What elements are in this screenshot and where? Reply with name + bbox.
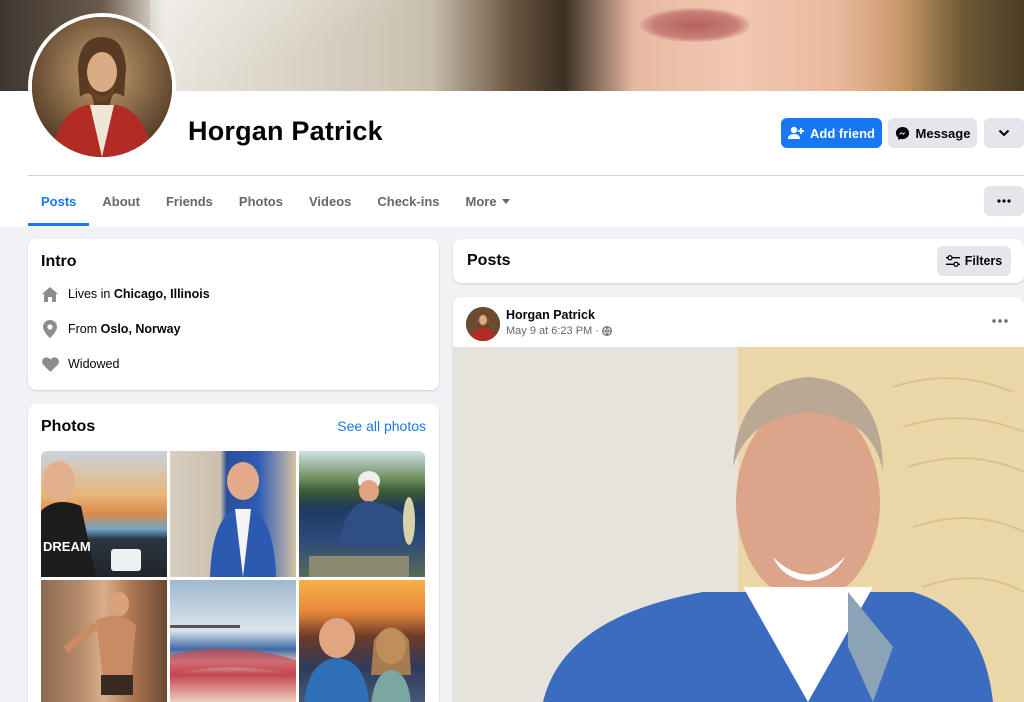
tab-posts[interactable]: Posts	[28, 176, 90, 226]
filters-button[interactable]: Filters	[937, 246, 1011, 276]
tab-videos[interactable]: Videos	[296, 176, 364, 226]
tab-friends[interactable]: Friends	[153, 176, 226, 226]
profile-tabs: Posts About Friends Photos Videos Check-…	[28, 176, 523, 226]
post-photo-image	[453, 347, 1024, 702]
tab-videos-label: Videos	[308, 193, 352, 209]
add-friend-button[interactable]: Add friend	[781, 118, 882, 148]
add-friend-icon	[788, 126, 804, 139]
post-meta: May 9 at 6:23 PM ·	[506, 325, 612, 337]
post-photo[interactable]	[453, 347, 1024, 702]
photos-grid: DREAM	[41, 451, 426, 702]
add-friend-label: Add friend	[810, 125, 875, 141]
tab-posts-label: Posts	[41, 193, 77, 209]
home-icon	[41, 285, 59, 303]
tab-photos-label: Photos	[238, 193, 283, 209]
profile-header: Horgan Patrick Add friend Message Posts …	[0, 0, 1024, 227]
tab-friends-label: Friends	[165, 193, 213, 209]
photo-thumbnail[interactable]	[299, 451, 425, 577]
see-all-photos-link[interactable]: See all photos	[337, 418, 426, 434]
photos-title: Photos	[41, 418, 96, 435]
posts-header-card: Posts Filters	[453, 239, 1024, 283]
lives-place[interactable]: Chicago, Illinois	[114, 287, 210, 301]
from-prefix: From	[68, 322, 98, 336]
photo-image: DREAM	[41, 461, 141, 577]
tab-more[interactable]: More	[453, 176, 523, 226]
posts-title: Posts	[467, 252, 511, 269]
profile-name: Horgan Patrick	[188, 116, 383, 146]
photo-image	[170, 625, 296, 675]
post-author-avatar[interactable]	[466, 307, 500, 341]
avatar-image	[466, 307, 500, 341]
svg-text:DREAM: DREAM	[43, 539, 91, 554]
globe-icon	[602, 326, 612, 336]
tab-check-ins[interactable]: Check-ins	[364, 176, 452, 226]
message-button[interactable]: Message	[888, 118, 977, 148]
intro-relationship: Widowed	[41, 352, 119, 376]
photo-thumbnail[interactable]	[41, 580, 167, 702]
photo-image	[304, 618, 411, 702]
photo-thumbnail[interactable]: DREAM	[41, 451, 167, 577]
post-author-name[interactable]: Horgan Patrick	[506, 308, 595, 322]
heart-icon	[41, 355, 59, 373]
photos-card: Photos See all photos DREAM	[28, 404, 439, 702]
intro-status-text: Widowed	[68, 357, 120, 371]
tabs-more-options-button[interactable]	[984, 186, 1024, 216]
intro-lives-in: Lives in Chicago, Illinois	[41, 282, 210, 306]
chevron-down-icon	[998, 129, 1010, 137]
post-options-button[interactable]	[992, 311, 1008, 326]
profile-options-button[interactable]	[984, 118, 1024, 148]
intro-card: Intro Lives in Chicago, Illinois From Os…	[28, 239, 439, 390]
post-timestamp[interactable]: May 9 at 6:23 PM ·	[506, 325, 599, 337]
photo-image	[210, 462, 276, 577]
from-place[interactable]: Oslo, Norway	[101, 322, 181, 336]
intro-lives-text: Lives in Chicago, Illinois	[68, 287, 210, 301]
lives-prefix: Lives in	[68, 287, 111, 301]
photo-thumbnail[interactable]	[299, 580, 425, 702]
avatar-image	[32, 17, 172, 157]
filters-icon	[945, 255, 960, 267]
location-pin-icon	[41, 320, 59, 338]
messenger-icon	[895, 126, 909, 140]
filters-label: Filters	[964, 254, 1003, 268]
tab-check-ins-label: Check-ins	[377, 193, 440, 209]
photo-image	[63, 592, 136, 695]
more-dots-icon	[992, 319, 1008, 323]
tab-about-label: About	[102, 193, 140, 209]
intro-title: Intro	[41, 253, 77, 270]
photo-thumbnail[interactable]	[170, 580, 296, 702]
caret-down-icon	[501, 198, 510, 204]
photo-image	[309, 471, 415, 577]
message-label: Message	[915, 125, 971, 141]
intro-from-text: From Oslo, Norway	[68, 322, 181, 336]
tab-more-label: More	[465, 193, 497, 209]
post-card: Horgan Patrick May 9 at 6:23 PM ·	[453, 297, 1024, 702]
more-dots-icon	[997, 199, 1011, 203]
intro-from: From Oslo, Norway	[41, 317, 181, 341]
photo-thumbnail[interactable]	[170, 451, 296, 577]
tab-about[interactable]: About	[89, 176, 153, 226]
tab-photos[interactable]: Photos	[226, 176, 296, 226]
profile-avatar[interactable]	[28, 13, 176, 161]
